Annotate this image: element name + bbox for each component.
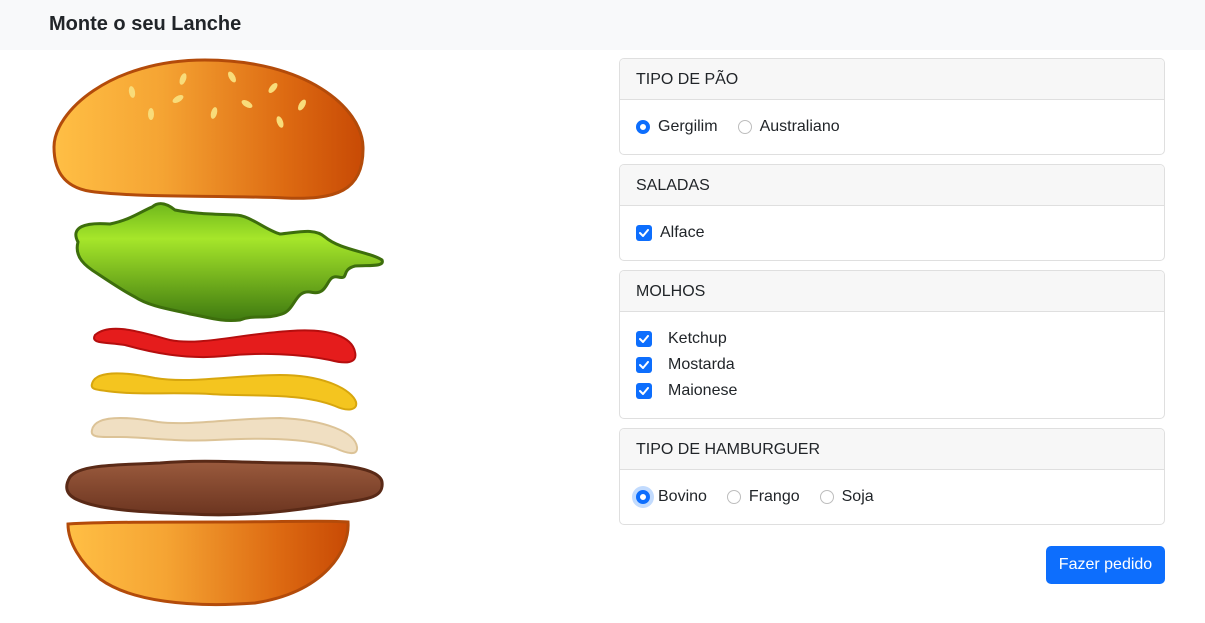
radio-soja[interactable]: Soja — [819, 488, 874, 506]
radio-label: Soja — [841, 488, 874, 505]
mayonnaise — [90, 416, 359, 455]
card-tipo-de-pao: TIPO DE PÃO Gergilim Australiano — [619, 58, 1165, 155]
radio-frango[interactable]: Frango — [726, 488, 800, 506]
radio-australiano[interactable]: Australiano — [737, 118, 840, 136]
bottom-bun — [66, 519, 350, 607]
card-header: TIPO DE HAMBURGUER — [620, 429, 1164, 470]
checkbox-label: Alface — [660, 224, 705, 241]
checkbox-checked-icon[interactable] — [636, 383, 652, 399]
radio-selected-icon[interactable] — [636, 120, 650, 134]
radio-label: Frango — [748, 488, 800, 505]
burger-illustration — [52, 58, 384, 607]
navbar: Monte o seu Lanche — [0, 0, 1205, 50]
radio-unselected-icon[interactable] — [737, 120, 752, 134]
checkbox-checked-icon[interactable] — [636, 225, 652, 241]
radio-selected-icon[interactable] — [636, 490, 650, 504]
checkbox-checked-icon[interactable] — [636, 357, 652, 373]
checkbox-mostarda[interactable]: Mostarda — [636, 356, 735, 374]
radio-unselected-icon[interactable] — [726, 490, 741, 504]
radio-label: Bovino — [658, 488, 707, 505]
card-molhos: MOLHOS Ketchup Mostarda Maionese — [619, 270, 1165, 419]
radio-gergilim[interactable]: Gergilim — [636, 118, 718, 136]
card-header: TIPO DE PÃO — [620, 59, 1164, 100]
checkbox-label: Maionese — [668, 382, 738, 399]
ketchup — [93, 327, 357, 364]
checkbox-label: Mostarda — [668, 356, 735, 373]
mustard — [90, 372, 358, 411]
radio-bovino[interactable]: Bovino — [636, 488, 707, 506]
top-bun — [52, 58, 365, 200]
checkbox-checked-icon[interactable] — [636, 331, 652, 347]
card-tipo-de-hamburguer: TIPO DE HAMBURGUER Bovino Frango Soja — [619, 428, 1165, 525]
radio-label: Australiano — [759, 118, 840, 135]
card-header: SALADAS — [620, 165, 1164, 206]
radio-label: Gergilim — [658, 118, 718, 135]
navbar-brand[interactable]: Monte o seu Lanche — [49, 13, 241, 36]
card-saladas: SALADAS Alface — [619, 164, 1165, 261]
options-panel: TIPO DE PÃO Gergilim Australiano SALADAS — [619, 58, 1165, 534]
radio-unselected-icon[interactable] — [819, 490, 834, 504]
order-button[interactable]: Fazer pedido — [1046, 546, 1165, 584]
lettuce — [74, 202, 384, 322]
card-header: MOLHOS — [620, 271, 1164, 312]
checkbox-maionese[interactable]: Maionese — [636, 382, 737, 400]
checkbox-label: Ketchup — [668, 330, 727, 347]
patty — [65, 459, 384, 517]
checkbox-alface[interactable]: Alface — [636, 224, 704, 242]
checkbox-ketchup[interactable]: Ketchup — [636, 330, 727, 348]
